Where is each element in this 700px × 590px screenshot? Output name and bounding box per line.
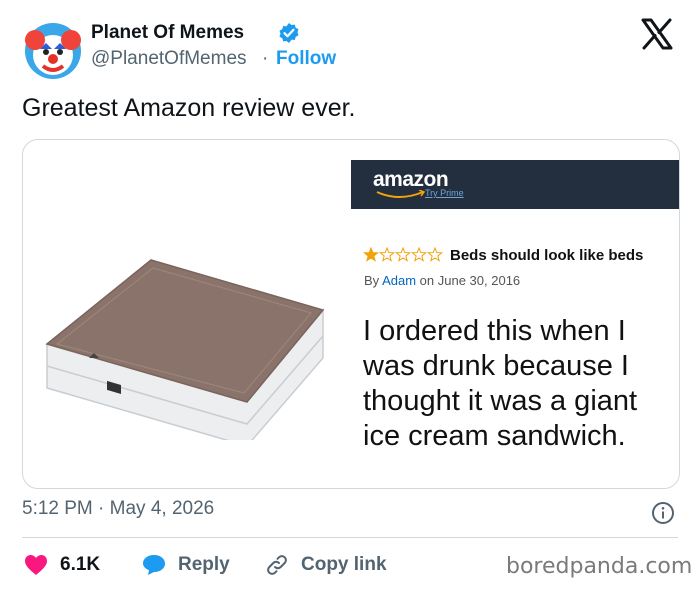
review-date: on June 30, 2016: [419, 273, 521, 288]
watermark: boredpanda.com: [506, 554, 693, 579]
reply-bubble-icon: [143, 555, 165, 575]
copy-link-label: Copy link: [301, 554, 387, 575]
reply-button[interactable]: Reply: [142, 550, 230, 580]
review-body: I ordered this when I was drunk because …: [363, 315, 638, 452]
clown-face-icon: [25, 23, 81, 79]
tweet-timestamp[interactable]: 5:12 PM · May 4, 2026: [22, 498, 214, 520]
user-handle[interactable]: @PlanetOfMemes: [91, 48, 247, 70]
display-name[interactable]: Planet Of Memes: [91, 22, 244, 44]
media-card[interactable]: amazon Try Prime Beds should look like b…: [22, 139, 680, 489]
x-logo-icon[interactable]: [640, 18, 674, 50]
review-byline: By Adam on June 30, 2016: [364, 273, 520, 288]
tweet-text: Greatest Amazon review ever.: [22, 94, 356, 122]
star-empty-icon: [411, 246, 427, 262]
info-icon[interactable]: [651, 501, 675, 525]
amazon-header-bar: amazon Try Prime: [351, 160, 679, 209]
try-prime-link: Try Prime: [425, 188, 464, 198]
avatar[interactable]: [24, 22, 82, 80]
heart-icon: [25, 555, 47, 575]
divider: [22, 537, 678, 538]
star-empty-icon: [427, 246, 443, 262]
like-count: 6.1K: [60, 554, 101, 575]
star-empty-icon: [379, 246, 395, 262]
star-empty-icon: [395, 246, 411, 262]
star-filled-icon: [363, 246, 379, 262]
amazon-smile-icon: [376, 190, 426, 198]
star-rating: [363, 246, 445, 263]
copy-link-button[interactable]: Copy link: [265, 550, 387, 580]
by-prefix: By: [364, 273, 380, 288]
link-icon: [267, 555, 287, 575]
reply-label: Reply: [178, 554, 230, 575]
review-author: Adam: [382, 273, 417, 288]
like-button[interactable]: 6.1K: [24, 550, 100, 580]
air-mattress-image: [41, 240, 331, 447]
follow-button[interactable]: Follow: [276, 48, 336, 70]
verified-badge-icon: [278, 22, 300, 44]
separator-dot: ·: [262, 48, 269, 69]
review-title: Beds should look like beds: [450, 247, 644, 264]
